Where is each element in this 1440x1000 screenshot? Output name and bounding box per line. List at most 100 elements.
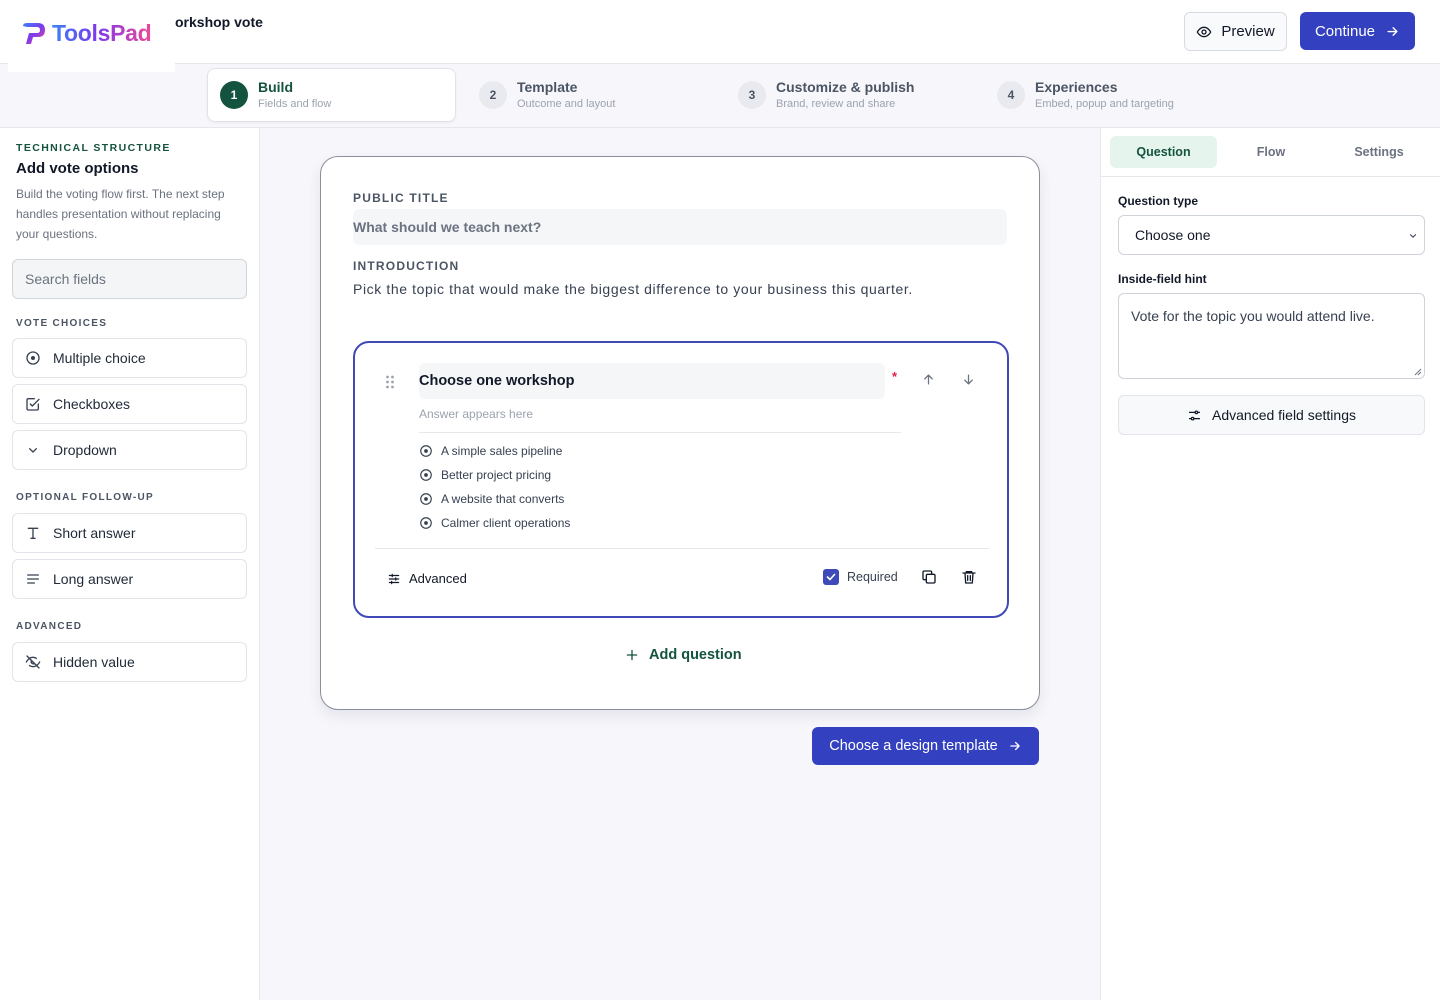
option-item[interactable]: A simple sales pipeline	[419, 444, 562, 458]
continue-label: Continue	[1314, 22, 1376, 40]
group-label-vote-choices: VOTE CHOICES	[16, 318, 108, 329]
question-footer-divider	[375, 548, 989, 549]
step-subtitle: Outcome and layout	[517, 98, 616, 110]
tab-settings[interactable]: Settings	[1325, 136, 1433, 168]
question-type-label: Question type	[1118, 194, 1199, 208]
advanced-field-settings-label: Advanced field settings	[1212, 407, 1356, 423]
advanced-label: Advanced	[409, 571, 467, 586]
preview-button[interactable]: Preview	[1184, 12, 1287, 51]
logo-text: ToolsPad	[52, 19, 152, 46]
radio-icon	[420, 469, 432, 481]
step-experiences[interactable]: 4 Experiences Embed, popup and targeting	[985, 68, 1235, 122]
chevron-down-icon	[1409, 234, 1417, 238]
tab-flow[interactable]: Flow	[1217, 136, 1325, 168]
search-fields-input[interactable]	[12, 259, 247, 299]
continue-button[interactable]: Continue	[1300, 12, 1415, 50]
eye-icon	[1196, 26, 1212, 37]
form-canvas-card: PUBLIC TITLE What should we teach next? …	[320, 156, 1040, 710]
logo[interactable]: ToolsPad	[8, 0, 175, 72]
required-checkbox[interactable]: Required	[823, 569, 898, 585]
field-item-label: Short answer	[53, 525, 136, 541]
radio-icon	[420, 517, 432, 529]
step-customize-publish[interactable]: 3 Customize & publish Brand, review and …	[726, 68, 976, 122]
move-up-icon[interactable]	[921, 372, 936, 387]
choose-template-label: Choose a design template	[829, 738, 998, 754]
advanced-field-settings-button[interactable]: Advanced field settings	[1118, 395, 1425, 435]
section-eyebrow: TECHNICAL STRUCTURE	[16, 142, 171, 154]
step-number: 4	[997, 81, 1025, 109]
duplicate-icon[interactable]	[921, 569, 937, 585]
public-title-input[interactable]: What should we teach next?	[353, 209, 1007, 245]
field-item-multiple-choice[interactable]: Multiple choice	[12, 338, 247, 378]
section-heading: Add vote options	[16, 160, 139, 177]
option-item[interactable]: Better project pricing	[419, 468, 551, 482]
sliders-icon	[388, 573, 400, 584]
field-item-label: Dropdown	[53, 442, 117, 458]
question-type-select[interactable]: Choose one	[1118, 215, 1425, 255]
step-navigation: 1 Build Fields and flow 2 Template Outco…	[0, 64, 1440, 128]
step-template[interactable]: 2 Template Outcome and layout	[467, 68, 717, 122]
section-description: Build the voting flow first. The next st…	[16, 187, 225, 241]
question-title-input[interactable]: Choose one workshop	[419, 363, 885, 399]
inside-field-hint-textarea[interactable]: Vote for the topic you would attend live…	[1118, 293, 1425, 379]
step-build[interactable]: 1 Build Fields and flow	[207, 68, 456, 122]
step-number: 1	[220, 81, 248, 109]
step-title: Customize & publish	[776, 79, 915, 95]
inside-field-hint-label: Inside-field hint	[1118, 272, 1207, 286]
required-indicator: *	[892, 369, 898, 384]
preview-label: Preview	[1221, 23, 1275, 40]
step-subtitle: Fields and flow	[258, 98, 332, 110]
option-label: Better project pricing	[441, 468, 552, 482]
question-card[interactable]: Choose one workshop * Answer appears her…	[353, 341, 1009, 618]
document-title[interactable]: orkshop vote	[175, 14, 263, 30]
step-subtitle: Embed, popup and targeting	[1035, 98, 1174, 110]
move-down-icon[interactable]	[961, 372, 976, 387]
chevron-down-icon	[28, 448, 37, 453]
option-label: A website that converts	[441, 492, 565, 506]
arrow-right-icon	[1010, 741, 1020, 751]
field-item-label: Checkboxes	[53, 396, 131, 412]
field-item-long-answer[interactable]: Long answer	[12, 559, 247, 599]
radio-icon	[420, 445, 432, 457]
field-item-short-answer[interactable]: Short answer	[12, 513, 247, 553]
advanced-toggle[interactable]: Advanced	[387, 571, 467, 586]
field-item-hidden-value[interactable]: Hidden value	[12, 642, 247, 682]
plus-icon	[626, 649, 638, 661]
field-item-label: Multiple choice	[53, 350, 146, 366]
add-question-button[interactable]: Add question	[625, 647, 742, 663]
step-number: 3	[738, 81, 766, 109]
step-title: Experiences	[1035, 79, 1118, 95]
tab-question[interactable]: Question	[1110, 136, 1217, 168]
checkbox-checked-icon[interactable]	[823, 569, 839, 585]
step-title: Template	[517, 79, 578, 95]
radio-icon	[420, 493, 432, 505]
field-palette-sidebar: TECHNICAL STRUCTURE Add vote options Bui…	[0, 128, 260, 1000]
introduction-label: INTRODUCTION	[353, 259, 460, 273]
step-subtitle: Brand, review and share	[776, 98, 896, 110]
option-item[interactable]: Calmer client operations	[419, 516, 570, 530]
toolspad-logo-icon	[23, 23, 45, 44]
field-item-dropdown[interactable]: Dropdown	[12, 430, 247, 470]
group-label-advanced: ADVANCED	[16, 621, 83, 632]
eye-off-icon	[25, 655, 41, 669]
top-bar: ToolsPad orkshop vote Preview Continue	[0, 0, 1440, 72]
paragraph-icon	[27, 574, 39, 584]
field-item-label: Long answer	[53, 571, 134, 587]
answer-placeholder: Answer appears here	[419, 407, 901, 433]
drag-handle-icon[interactable]	[385, 374, 395, 390]
introduction-text[interactable]: Pick the topic that would make the bigge…	[353, 281, 913, 297]
checkbox-icon	[26, 398, 40, 411]
public-title-label: PUBLIC TITLE	[353, 191, 449, 205]
field-item-checkboxes[interactable]: Checkboxes	[12, 384, 247, 424]
text-icon	[27, 527, 39, 539]
option-label: A simple sales pipeline	[441, 444, 563, 458]
settings-sliders-icon	[1188, 410, 1201, 420]
option-item[interactable]: A website that converts	[419, 492, 564, 506]
resize-handle-icon[interactable]	[1414, 368, 1422, 376]
properties-tabs: Question Flow Settings	[1101, 128, 1440, 177]
step-number: 2	[479, 81, 507, 109]
trash-icon[interactable]	[961, 569, 977, 585]
field-item-label: Hidden value	[53, 654, 135, 670]
step-title: Build	[258, 79, 293, 95]
choose-design-template-button[interactable]: Choose a design template	[812, 727, 1039, 765]
